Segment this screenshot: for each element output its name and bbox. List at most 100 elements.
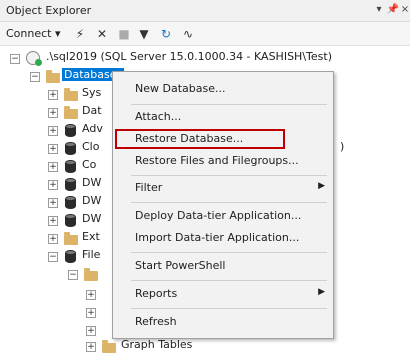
- menu-item-attach[interactable]: Attach...: [127, 106, 333, 128]
- menu-item-label: Reports: [135, 287, 178, 300]
- collapse-icon[interactable]: −: [30, 72, 40, 82]
- tree-node[interactable]: −: [0, 264, 110, 284]
- restore-database-highlight: [115, 129, 285, 149]
- submenu-arrow-icon: ▶: [318, 287, 325, 297]
- database-icon: [65, 124, 76, 137]
- menu-item-filter[interactable]: Filter ▶: [127, 177, 333, 199]
- menu-item-label: Import Data-tier Application...: [135, 231, 300, 244]
- menu-item-refresh[interactable]: Refresh: [127, 311, 333, 333]
- tree-node[interactable]: + Dat: [0, 102, 110, 122]
- folder-icon: [102, 340, 116, 353]
- tree-node[interactable]: + DW: [0, 192, 110, 212]
- tree-node-databases[interactable]: − Databases: [0, 66, 125, 86]
- tree-node[interactable]: + Clo: [0, 138, 110, 158]
- object-explorer-toolbar: Connect ▾ ⚡ ✕ ■ ▼ ↻ ∿: [0, 22, 410, 46]
- expand-icon[interactable]: +: [48, 216, 58, 226]
- expand-icon[interactable]: +: [48, 90, 58, 100]
- tree-node[interactable]: +: [0, 302, 110, 322]
- menu-separator: [131, 175, 327, 176]
- tree-node[interactable]: + DW: [0, 210, 110, 230]
- object-explorer-titlebar: Object Explorer ▾ 📌 ×: [0, 0, 410, 22]
- collapse-icon[interactable]: −: [10, 54, 20, 64]
- menu-separator: [131, 104, 327, 105]
- folder-icon: [64, 88, 78, 101]
- server-icon: [26, 51, 42, 66]
- menu-item-reports[interactable]: Reports ▶: [127, 283, 333, 305]
- expand-icon[interactable]: +: [86, 308, 96, 318]
- filter-icon[interactable]: ▼: [136, 26, 152, 42]
- tree-node[interactable]: − File: [0, 246, 110, 266]
- menu-item-label: Refresh: [135, 315, 177, 328]
- menu-separator: [131, 308, 327, 309]
- tree-node[interactable]: + Ext: [0, 228, 110, 248]
- expand-icon[interactable]: +: [86, 290, 96, 300]
- refresh-icon[interactable]: ↻: [158, 26, 174, 42]
- expand-icon[interactable]: +: [48, 126, 58, 136]
- node-label: Adv: [82, 122, 103, 135]
- expand-icon[interactable]: +: [48, 234, 58, 244]
- expand-icon[interactable]: +: [48, 108, 58, 118]
- menu-item-import-data-tier[interactable]: Import Data-tier Application...: [127, 227, 333, 249]
- tree-node[interactable]: + DW: [0, 174, 110, 194]
- tree-node-server[interactable]: − .\sql2019 (SQL Server 15.0.1000.34 - K…: [0, 48, 410, 68]
- database-icon: [65, 160, 76, 173]
- node-label: Graph Tables: [121, 338, 193, 351]
- menu-item-label: Attach...: [135, 110, 182, 123]
- dropdown-icon[interactable]: ▾: [372, 3, 386, 17]
- menu-separator: [131, 280, 327, 281]
- disconnect-icon[interactable]: ✕: [94, 26, 110, 42]
- folder-icon: [64, 232, 78, 245]
- menu-item-label: Start PowerShell: [135, 259, 226, 272]
- folder-icon: [84, 268, 98, 281]
- database-icon: [65, 196, 76, 209]
- tree-node[interactable]: + Co: [0, 156, 110, 176]
- submenu-arrow-icon: ▶: [318, 181, 325, 191]
- menu-item-start-powershell[interactable]: Start PowerShell: [127, 255, 333, 277]
- stop-icon[interactable]: ■: [116, 26, 132, 42]
- panel-title: Object Explorer: [6, 4, 92, 17]
- tree-node[interactable]: + Adv: [0, 120, 110, 140]
- database-icon: [65, 250, 76, 263]
- collapse-icon[interactable]: −: [68, 270, 78, 280]
- context-menu: New Database... Attach... Restore Databa…: [112, 71, 334, 339]
- node-label: Sys: [82, 86, 102, 99]
- expand-icon[interactable]: +: [48, 162, 58, 172]
- collapse-icon[interactable]: −: [48, 252, 58, 262]
- expand-icon[interactable]: +: [48, 180, 58, 190]
- node-label: DW: [82, 194, 102, 207]
- server-label: .\sql2019 (SQL Server 15.0.1000.34 - KAS…: [46, 50, 332, 63]
- menu-item-label: New Database...: [135, 82, 226, 95]
- expand-icon[interactable]: +: [86, 326, 96, 336]
- menu-item-deploy-data-tier[interactable]: Deploy Data-tier Application...: [127, 205, 333, 227]
- node-label: File: [82, 248, 101, 261]
- menu-item-restore-files[interactable]: Restore Files and Filegroups...: [127, 150, 333, 172]
- tree-node-graph-tables[interactable]: + Graph Tables: [0, 336, 260, 356]
- tree-node[interactable]: + Sys: [0, 84, 110, 104]
- node-label: Co: [82, 158, 97, 171]
- node-label: Clo: [82, 140, 100, 153]
- node-label: Ext: [82, 230, 100, 243]
- menu-item-label: Filter: [135, 181, 163, 194]
- close-icon[interactable]: ×: [398, 3, 410, 17]
- menu-separator: [131, 202, 327, 203]
- menu-item-label: Restore Files and Filegroups...: [135, 154, 299, 167]
- tree-node[interactable]: +: [0, 284, 110, 304]
- activity-monitor-icon[interactable]: ∿: [180, 26, 196, 42]
- expand-icon[interactable]: +: [48, 198, 58, 208]
- node-label: Dat: [82, 104, 102, 117]
- node-label: DW: [82, 212, 102, 225]
- menu-gutter: [113, 72, 127, 338]
- menu-item-label: Deploy Data-tier Application...: [135, 209, 302, 222]
- database-icon: [65, 178, 76, 191]
- folder-icon: [64, 106, 78, 119]
- menu-item-new-database[interactable]: New Database...: [127, 78, 333, 100]
- expand-icon[interactable]: +: [86, 342, 96, 352]
- folder-icon: [46, 70, 60, 83]
- connect-plug-icon[interactable]: ⚡: [72, 26, 88, 42]
- connect-button[interactable]: Connect ▾: [6, 27, 61, 40]
- database-icon: [65, 142, 76, 155]
- expand-icon[interactable]: +: [48, 144, 58, 154]
- truncated-paren: ): [340, 140, 345, 153]
- node-label: DW: [82, 176, 102, 189]
- database-icon: [65, 214, 76, 227]
